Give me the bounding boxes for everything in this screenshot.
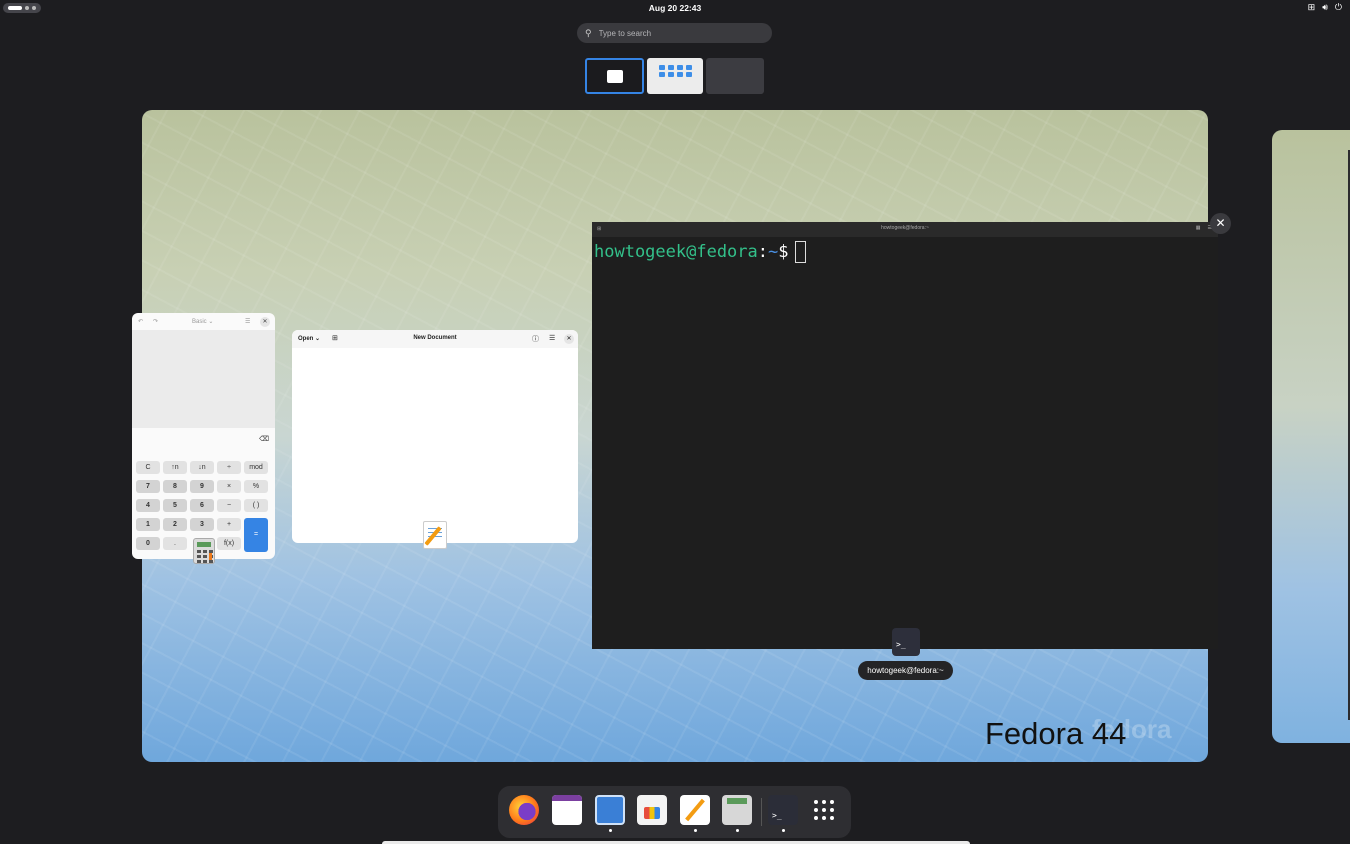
prompt-user: howtogeek@fedora — [594, 242, 758, 262]
text-editor-app-icon — [423, 521, 447, 549]
calculator-history — [132, 330, 275, 428]
files-icon[interactable] — [595, 795, 625, 825]
backspace-icon[interactable]: ⌫ — [259, 435, 269, 443]
calc-key[interactable]: ↑n — [163, 461, 187, 474]
top-bar: Aug 20 22:43 ⊞ 🔊︎ ⏻ — [0, 0, 1350, 16]
calc-key[interactable]: f(x) — [217, 537, 241, 550]
open-button[interactable]: Open ⌄ — [298, 335, 320, 342]
window-preview — [607, 70, 623, 83]
new-tab-icon[interactable]: ⊞ — [332, 334, 338, 342]
next-workspace-preview[interactable] — [1272, 130, 1350, 743]
running-indicator — [609, 829, 612, 832]
editor-header: New Document Open ⌄ ⊞ ⓘ ☰ ✕ — [292, 330, 578, 348]
running-indicator — [736, 829, 739, 832]
menu-icon[interactable]: ☰ — [549, 334, 555, 342]
workspace-thumbnail-2[interactable] — [647, 58, 703, 94]
system-menu[interactable]: ⊞ 🔊︎ ⏻ — [1308, 2, 1342, 13]
network-icon: ⊞ — [1307, 2, 1316, 12]
terminal-title: howtogeek@fedora:~ — [881, 225, 929, 231]
calc-key[interactable]: 7 — [136, 480, 160, 493]
calc-key[interactable]: . — [163, 537, 187, 550]
calc-key[interactable]: × — [217, 480, 241, 493]
undo-icon[interactable]: ↶ — [138, 318, 143, 325]
text-cursor — [794, 241, 806, 263]
calculator-header: ↶ ↷ Basic ⌄ ☰ ✕ — [132, 313, 275, 330]
dock: >_ — [498, 786, 851, 838]
mode-selector[interactable]: Basic ⌄ — [192, 318, 213, 325]
prompt-path: ~ — [768, 242, 779, 262]
running-indicator — [694, 829, 697, 832]
calc-key[interactable]: ÷ — [217, 461, 241, 474]
app-grid-icon[interactable] — [810, 795, 840, 825]
clock[interactable]: Aug 20 22:43 — [0, 3, 1350, 13]
volume-icon: 🔊︎ — [1322, 2, 1328, 12]
wallpaper-label: Fedora 44 — [985, 716, 1127, 751]
calculator-icon[interactable] — [722, 795, 752, 825]
window-preview — [659, 65, 692, 77]
terminal-header: ⊞ howtogeek@fedora:~ ▦ ☰ — [592, 222, 1218, 237]
terminal-window[interactable]: ⊞ howtogeek@fedora:~ ▦ ☰ howtogeek@fedor… — [592, 222, 1218, 649]
calc-key[interactable]: = — [244, 518, 268, 552]
calc-key[interactable]: − — [217, 499, 241, 512]
close-icon[interactable]: ✕ — [260, 316, 270, 327]
workspace-thumbnail-1[interactable] — [585, 58, 644, 94]
calculator-window[interactable]: ↶ ↷ Basic ⌄ ☰ ✕ ⌫ C ↑n ↓n ÷ mod 7 8 9 ×% 4 5 6−( ) 1… — [132, 313, 275, 559]
calc-key[interactable]: 8 — [163, 480, 187, 493]
close-window-button[interactable]: ✕ — [1210, 213, 1231, 234]
terminal-prompt[interactable]: howtogeek@fedora:~$ — [594, 241, 806, 263]
calc-key[interactable]: 3 — [190, 518, 214, 531]
menu-icon[interactable]: ☰ — [245, 318, 250, 325]
calc-key[interactable]: 4 — [136, 499, 160, 512]
info-icon[interactable]: ⓘ — [532, 334, 539, 344]
calc-key[interactable]: C — [136, 461, 160, 474]
firefox-icon[interactable] — [509, 795, 539, 825]
terminal-icon[interactable]: >_ — [768, 795, 798, 825]
calendar-icon[interactable] — [552, 795, 582, 825]
calc-key[interactable]: ↓n — [190, 461, 214, 474]
close-icon[interactable]: ✕ — [564, 334, 574, 344]
workspace-thumbnail-3[interactable] — [706, 58, 764, 94]
calc-key[interactable]: 9 — [190, 480, 214, 493]
calc-key[interactable]: 0 — [136, 537, 160, 550]
prompt-symbol: $ — [778, 242, 789, 262]
search-input[interactable] — [598, 28, 759, 38]
calc-key[interactable]: 6 — [190, 499, 214, 512]
calc-key[interactable]: mod — [244, 461, 268, 474]
calculator-app-icon — [193, 538, 215, 564]
search-bar[interactable]: ⚲ — [577, 23, 772, 43]
prompt-separator: : — [757, 242, 769, 262]
calc-key[interactable]: + — [217, 518, 241, 531]
calc-key[interactable]: % — [244, 480, 268, 493]
software-icon[interactable] — [637, 795, 667, 825]
terminal-app-icon: >_ — [892, 628, 920, 656]
calc-key[interactable]: 5 — [163, 499, 187, 512]
tab-overview-icon[interactable]: ▦ — [1196, 225, 1201, 231]
text-editor-icon[interactable] — [680, 795, 710, 825]
calc-key[interactable]: 1 — [136, 518, 160, 531]
redo-icon[interactable]: ↷ — [153, 318, 158, 325]
window-title-tooltip: howtogeek@fedora:~ — [858, 661, 953, 680]
calc-key[interactable]: 2 — [163, 518, 187, 531]
calc-key[interactable]: ( ) — [244, 499, 268, 512]
calculator-entry[interactable]: ⌫ — [132, 428, 275, 452]
power-icon: ⏻ — [1334, 2, 1342, 12]
search-icon: ⚲ — [585, 27, 592, 38]
running-indicator — [782, 829, 785, 832]
text-editor-window[interactable]: New Document Open ⌄ ⊞ ⓘ ☰ ✕ — [292, 330, 578, 543]
dock-separator — [761, 798, 762, 826]
